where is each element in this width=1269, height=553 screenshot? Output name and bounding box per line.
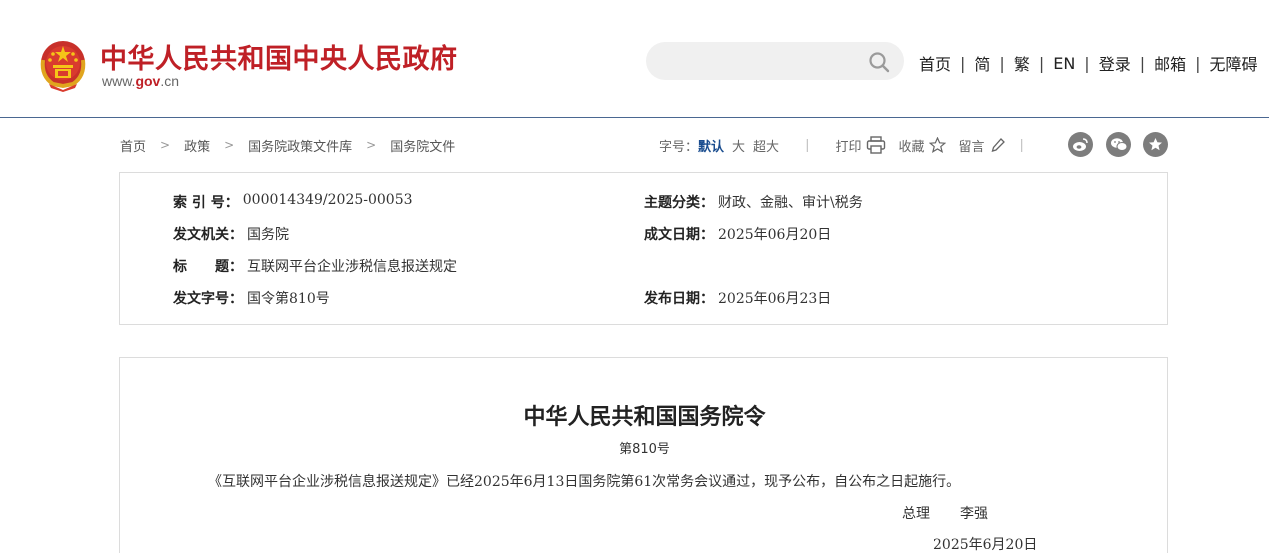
document-signature: 总理 李强 bbox=[902, 503, 988, 523]
breadcrumb-policy[interactable]: 政策 bbox=[184, 136, 210, 155]
top-nav: 首页 | 简 | 繁 | EN | 登录 | 邮箱 | 无障碍 bbox=[919, 51, 1258, 75]
nav-mailbox[interactable]: 邮箱 bbox=[1154, 51, 1186, 75]
info-written-row: 成文日期： 2025年06月20日 bbox=[644, 224, 831, 244]
star-icon bbox=[1149, 138, 1162, 151]
nav-english[interactable]: EN bbox=[1053, 54, 1075, 73]
info-written-value: 2025年06月20日 bbox=[718, 227, 832, 243]
nav-separator: | bbox=[999, 53, 1005, 73]
info-index-label: 索 引 号： bbox=[173, 195, 239, 211]
wechat-icon bbox=[1110, 138, 1127, 151]
info-index-row: 索 引 号： 000014349/2025-00053 bbox=[173, 192, 413, 212]
breadcrumb-state-council-docs[interactable]: 国务院文件 bbox=[390, 136, 455, 155]
printer-icon bbox=[867, 136, 886, 154]
signature-role: 总理 bbox=[902, 506, 930, 522]
comment-label: 留言 bbox=[958, 139, 985, 155]
site-url-suffix: .cn bbox=[160, 73, 180, 89]
breadcrumb-arrow: > bbox=[160, 138, 171, 152]
info-docno-value: 国令第810号 bbox=[247, 291, 330, 307]
nav-separator: | bbox=[1139, 53, 1146, 73]
weibo-icon bbox=[1073, 138, 1088, 151]
nav-accessibility[interactable]: 无障碍 bbox=[1210, 51, 1258, 75]
info-published-label: 发布日期： bbox=[644, 291, 714, 307]
print-label: 打印 bbox=[835, 139, 862, 155]
document-title: 中华人民共和国国务院令 bbox=[523, 405, 766, 430]
info-issuer-row: 发文机关： 国务院 bbox=[173, 224, 289, 244]
breadcrumb-home[interactable]: 首页 bbox=[120, 136, 146, 155]
info-index-value: 000014349/2025-00053 bbox=[242, 192, 413, 208]
nav-home[interactable]: 首页 bbox=[919, 51, 951, 75]
font-size-xlarge[interactable]: 超大 bbox=[753, 136, 779, 155]
info-topic-label: 主题分类： bbox=[644, 195, 714, 211]
weibo-share-button[interactable] bbox=[1068, 132, 1093, 157]
info-title-row: 标 题： 互联网平台企业涉税信息报送规定 bbox=[173, 256, 457, 276]
site-url[interactable]: www.gov.cn bbox=[102, 73, 179, 89]
pencil-icon bbox=[991, 138, 1005, 152]
nav-separator: | bbox=[1084, 53, 1090, 73]
nav-login[interactable]: 登录 bbox=[1099, 51, 1131, 75]
search-icon[interactable] bbox=[868, 51, 890, 73]
info-title-value: 互联网平台企业涉税信息报送规定 bbox=[247, 259, 457, 275]
wechat-share-button[interactable] bbox=[1106, 132, 1131, 157]
breadcrumb-arrow: > bbox=[366, 138, 377, 152]
comment-button[interactable]: 留言 bbox=[958, 136, 1005, 155]
tools-separator: | bbox=[805, 137, 810, 153]
print-button[interactable]: 打印 bbox=[835, 136, 886, 155]
nav-separator: | bbox=[1038, 53, 1045, 73]
nav-simplified[interactable]: 简 bbox=[974, 51, 990, 75]
info-written-label: 成文日期： bbox=[644, 227, 714, 243]
site-header: 中华人民共和国中央人民政府 www.gov.cn 首页 | 简 | 繁 | EN… bbox=[0, 0, 1269, 118]
document-content: 中华人民共和国国务院令 第810号 《互联网平台企业涉税信息报送规定》已经202… bbox=[119, 357, 1168, 553]
info-published-row: 发布日期： 2025年06月23日 bbox=[644, 288, 831, 308]
breadcrumb-arrow: > bbox=[224, 138, 235, 152]
info-title-label: 标 题： bbox=[173, 259, 243, 275]
info-docno-row: 发文字号： 国令第810号 bbox=[173, 288, 330, 308]
favorite-label: 收藏 bbox=[898, 139, 925, 155]
font-size-default[interactable]: 默认 bbox=[698, 136, 724, 155]
nav-traditional[interactable]: 繁 bbox=[1014, 51, 1030, 75]
favorite-share-button[interactable] bbox=[1143, 132, 1168, 157]
favorite-button[interactable]: 收藏 bbox=[898, 136, 947, 155]
search-input[interactable] bbox=[646, 42, 904, 80]
font-size-large[interactable]: 大 bbox=[732, 136, 745, 155]
page-tools: 字号： 默认 大 超大 | 打印 收藏 留言 | bbox=[659, 136, 1024, 155]
breadcrumb-policy-library[interactable]: 国务院政策文件库 bbox=[248, 136, 352, 155]
info-topic-value: 财政、金融、审计\税务 bbox=[718, 195, 863, 211]
document-number: 第810号 bbox=[619, 442, 670, 457]
nav-separator: | bbox=[960, 53, 966, 73]
info-topic-row: 主题分类： 财政、金融、审计\税务 bbox=[644, 192, 863, 212]
tools-separator: | bbox=[1019, 137, 1024, 153]
signature-name: 李强 bbox=[960, 506, 988, 522]
info-issuer-value: 国务院 bbox=[247, 227, 289, 243]
document-info-box: 索 引 号： 000014349/2025-00053 主题分类： 财政、金融、… bbox=[119, 172, 1168, 325]
breadcrumb: 首页 > 政策 > 国务院政策文件库 > 国务院文件 bbox=[120, 136, 455, 155]
nav-separator: | bbox=[1195, 53, 1201, 73]
star-icon bbox=[929, 137, 947, 153]
document-body: 《互联网平台企业涉税信息报送规定》已经2025年6月13日国务院第61次常务会议… bbox=[208, 474, 961, 490]
info-docno-label: 发文字号： bbox=[173, 291, 243, 307]
national-emblem-icon[interactable] bbox=[37, 38, 89, 92]
document-sign-date: 2025年6月20日 bbox=[933, 537, 1038, 553]
site-url-brand: gov bbox=[135, 73, 161, 89]
font-size-label: 字号： bbox=[659, 139, 699, 155]
site-url-prefix: www. bbox=[102, 73, 136, 89]
info-published-value: 2025年06月23日 bbox=[718, 291, 832, 307]
info-issuer-label: 发文机关： bbox=[173, 227, 243, 243]
site-title[interactable]: 中华人民共和国中央人民政府 bbox=[100, 37, 458, 76]
